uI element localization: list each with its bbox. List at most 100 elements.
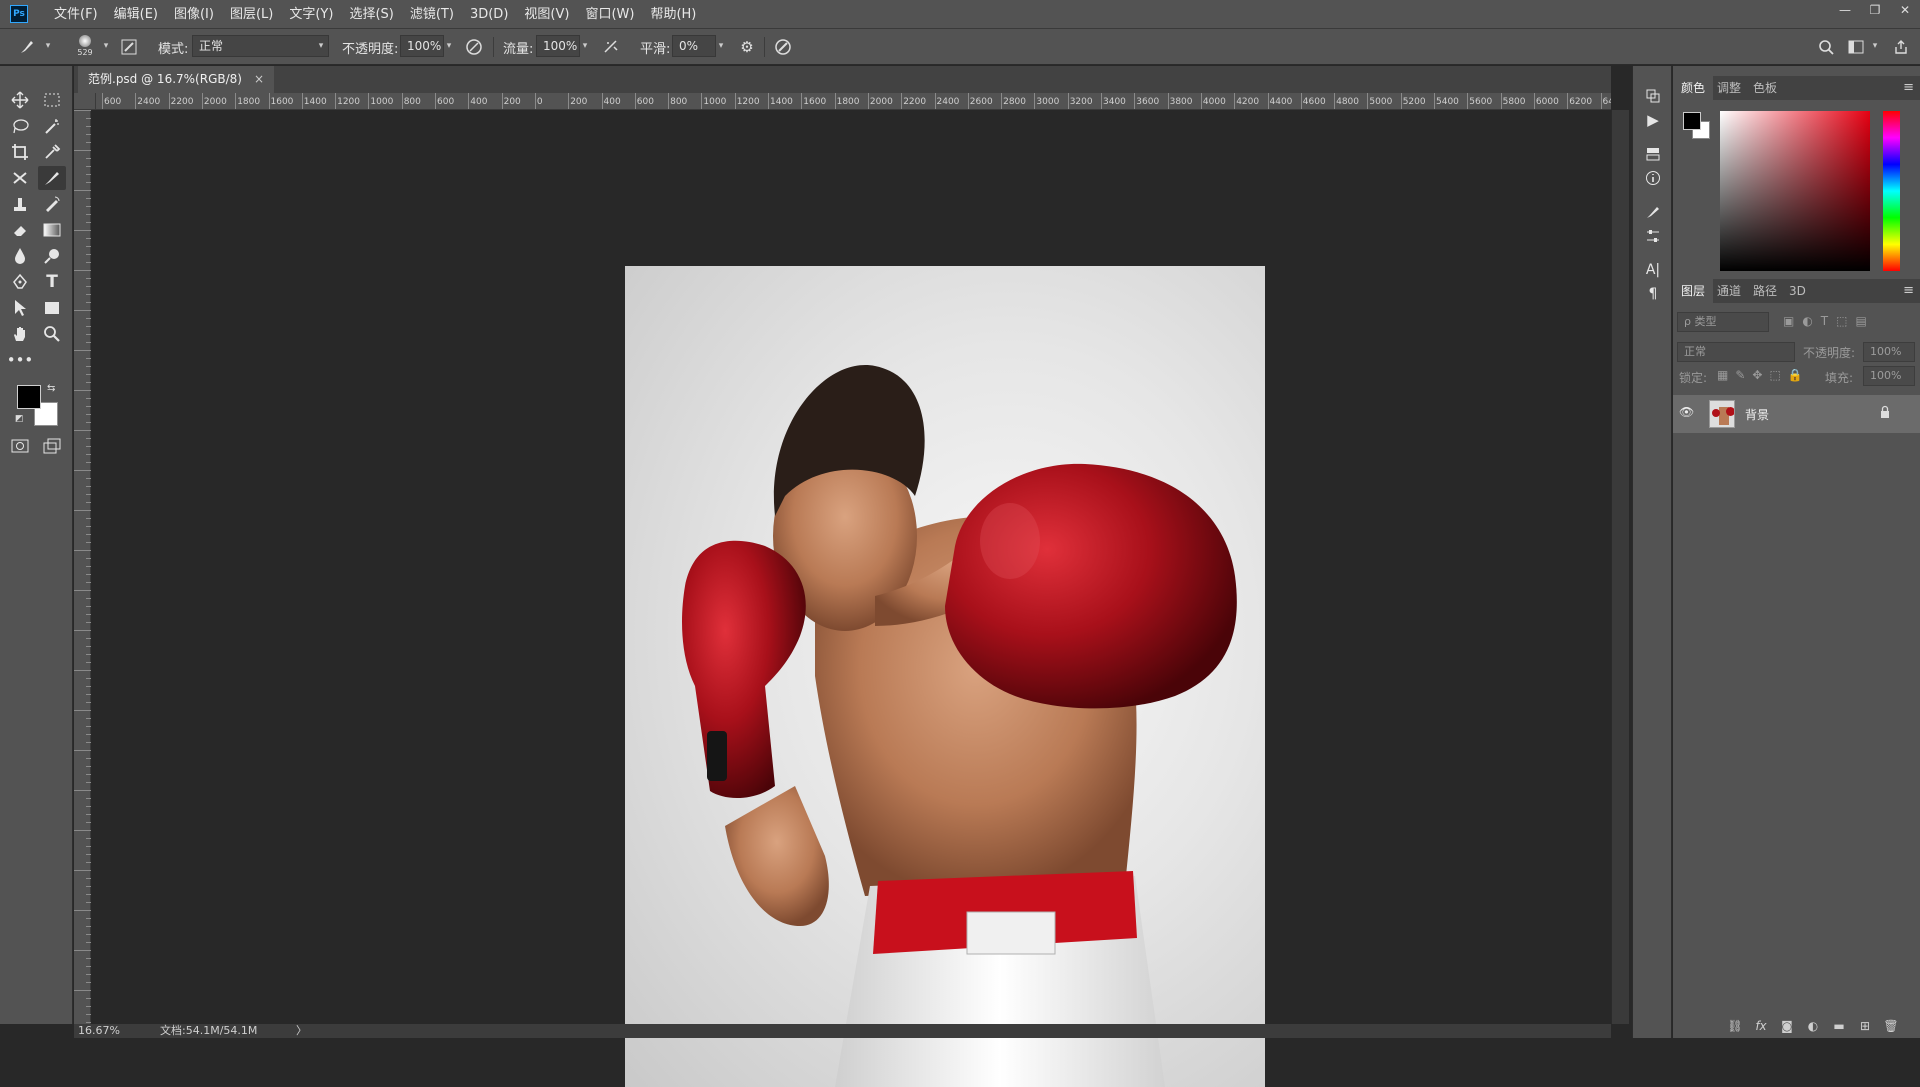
healing-brush-tool-icon[interactable] bbox=[6, 166, 34, 190]
history-panel-icon[interactable] bbox=[1641, 84, 1665, 108]
close-tab-icon[interactable]: × bbox=[254, 66, 264, 93]
smoothing-settings-gear-icon[interactable]: ⚙ bbox=[736, 36, 758, 58]
add-mask-icon[interactable]: ◙ bbox=[1777, 1017, 1797, 1035]
menu-image[interactable]: 图像(I) bbox=[166, 0, 222, 29]
path-selection-tool-icon[interactable] bbox=[6, 296, 34, 320]
document-tab[interactable]: 范例.psd @ 16.7%(RGB/8) × bbox=[78, 66, 275, 93]
vertical-scrollbar[interactable] bbox=[1611, 110, 1629, 1024]
vertical-ruler[interactable] bbox=[74, 110, 91, 1024]
eyedropper-tool-icon[interactable] bbox=[38, 140, 66, 164]
flow-field[interactable]: 100% bbox=[536, 35, 580, 57]
lock-options-icons[interactable]: ▦✎✥⬚🔒 bbox=[1717, 368, 1810, 382]
pressure-size-icon[interactable] bbox=[772, 36, 794, 58]
menu-view[interactable]: 视图(V) bbox=[516, 0, 577, 29]
close-window-button[interactable]: ✕ bbox=[1890, 0, 1920, 20]
magic-wand-tool-icon[interactable] bbox=[38, 114, 66, 138]
new-group-folder-icon[interactable]: ▬ bbox=[1829, 1017, 1849, 1035]
tool-preset-dropdown-icon[interactable]: ▾ bbox=[40, 35, 56, 57]
screen-mode-icon[interactable] bbox=[38, 434, 66, 458]
marquee-tool-icon[interactable] bbox=[38, 88, 66, 112]
ruler-origin[interactable] bbox=[74, 93, 96, 110]
swap-colors-icon[interactable]: ⇆ bbox=[47, 383, 55, 394]
actions-play-icon[interactable]: ▶ bbox=[1641, 108, 1665, 132]
search-icon[interactable] bbox=[1815, 36, 1837, 58]
panel-foreground-swatch[interactable] bbox=[1683, 112, 1701, 130]
brush-tool-icon[interactable] bbox=[38, 166, 66, 190]
type-tool-icon[interactable]: T bbox=[38, 270, 66, 294]
menu-file[interactable]: 文件(F) bbox=[46, 0, 106, 29]
menu-window[interactable]: 窗口(W) bbox=[577, 0, 642, 29]
color-picker-field[interactable] bbox=[1720, 111, 1870, 271]
tab-swatches[interactable]: 色板 bbox=[1745, 76, 1785, 100]
hand-tool-icon[interactable] bbox=[6, 322, 34, 346]
opacity-field[interactable]: 100% bbox=[400, 35, 444, 57]
layer-filter-icons[interactable]: ▣◐T⬚▤ bbox=[1783, 314, 1875, 328]
adjust-sliders-icon[interactable] bbox=[1641, 224, 1665, 248]
brush-tool-preset-icon[interactable] bbox=[16, 36, 38, 58]
hue-slider[interactable] bbox=[1883, 111, 1900, 271]
share-icon[interactable] bbox=[1890, 36, 1912, 58]
menu-type[interactable]: 文字(Y) bbox=[281, 0, 341, 29]
brush-settings-icon[interactable] bbox=[1641, 200, 1665, 224]
menu-filter[interactable]: 滤镜(T) bbox=[402, 0, 462, 29]
layer-filter-select[interactable]: ρ 类型 bbox=[1677, 312, 1769, 332]
menu-layer[interactable]: 图层(L) bbox=[222, 0, 281, 29]
info-panel-icon[interactable] bbox=[1641, 166, 1665, 190]
rectangle-tool-icon[interactable] bbox=[38, 296, 66, 320]
paragraph-panel-icon[interactable]: ¶ bbox=[1641, 282, 1665, 306]
smoothing-field[interactable]: 0% bbox=[672, 35, 716, 57]
smoothing-dropdown-icon[interactable]: ▾ bbox=[713, 35, 729, 57]
layer-style-fx-icon[interactable]: fx bbox=[1751, 1017, 1771, 1035]
default-colors-icon[interactable]: ◩ bbox=[15, 414, 24, 424]
tab-channels[interactable]: 通道 bbox=[1709, 279, 1749, 303]
dodge-tool-icon[interactable] bbox=[38, 244, 66, 268]
new-layer-icon[interactable]: ⊞ bbox=[1855, 1017, 1875, 1035]
clone-stamp-tool-icon[interactable] bbox=[6, 192, 34, 216]
menu-edit[interactable]: 编辑(E) bbox=[106, 0, 166, 29]
move-tool-icon[interactable] bbox=[6, 88, 34, 112]
tab-adjustments[interactable]: 调整 bbox=[1709, 76, 1749, 100]
eraser-tool-icon[interactable] bbox=[6, 218, 34, 242]
crop-tool-icon[interactable] bbox=[6, 140, 34, 164]
quick-mask-icon[interactable] bbox=[6, 434, 34, 458]
airbrush-icon[interactable] bbox=[600, 36, 622, 58]
blur-tool-icon[interactable] bbox=[6, 244, 34, 268]
delete-layer-trash-icon[interactable]: 🗑 bbox=[1881, 1017, 1901, 1035]
character-panel-icon[interactable]: A| bbox=[1641, 258, 1665, 282]
layer-name[interactable]: 背景 bbox=[1745, 406, 1769, 423]
layer-visibility-eye-icon[interactable]: 👁 bbox=[1679, 405, 1694, 419]
menu-3d[interactable]: 3D(D) bbox=[462, 0, 516, 29]
link-layers-icon[interactable]: ⛓ bbox=[1725, 1017, 1745, 1035]
brush-settings-panel-icon[interactable] bbox=[118, 36, 140, 58]
tab-paths[interactable]: 路径 bbox=[1745, 279, 1785, 303]
workspace-switcher-icon[interactable] bbox=[1845, 36, 1867, 58]
opacity-dropdown-icon[interactable]: ▾ bbox=[441, 35, 457, 57]
restore-button[interactable]: ❐ bbox=[1860, 0, 1890, 20]
minimize-button[interactable]: — bbox=[1830, 0, 1860, 20]
tab-layers[interactable]: 图层 bbox=[1673, 279, 1714, 303]
brush-picker-dropdown-icon[interactable]: ▾ bbox=[98, 35, 114, 57]
fill-field[interactable]: 100% bbox=[1863, 366, 1915, 386]
mode-dropdown-icon[interactable]: ▾ bbox=[313, 35, 329, 57]
layers-panel-menu-icon[interactable]: ≡ bbox=[1903, 283, 1914, 298]
color-panel-menu-icon[interactable]: ≡ bbox=[1903, 80, 1914, 95]
history-brush-tool-icon[interactable] bbox=[38, 192, 66, 216]
layer-row-background[interactable]: 👁 背景 bbox=[1673, 395, 1920, 433]
menu-select[interactable]: 选择(S) bbox=[341, 0, 401, 29]
horizontal-ruler[interactable]: 600 2400 2200 2000 1800 1600 1400 1200 1000 800 60… bbox=[96, 93, 1611, 110]
canvas-area[interactable] bbox=[92, 110, 1611, 1087]
menu-help[interactable]: 帮助(H) bbox=[642, 0, 704, 29]
gradient-tool-icon[interactable] bbox=[38, 218, 66, 242]
properties-panel-icon[interactable] bbox=[1641, 142, 1665, 166]
adjustment-layer-icon[interactable]: ◐ bbox=[1803, 1017, 1823, 1035]
pressure-opacity-icon[interactable] bbox=[463, 36, 485, 58]
workspace-dropdown-icon[interactable]: ▾ bbox=[1867, 35, 1883, 57]
blend-mode-select[interactable]: 正常 bbox=[1677, 342, 1795, 362]
layer-opacity-field[interactable]: 100% bbox=[1863, 342, 1915, 362]
foreground-color-swatch[interactable] bbox=[17, 385, 41, 409]
lasso-tool-icon[interactable] bbox=[6, 114, 34, 138]
zoom-tool-icon[interactable] bbox=[38, 322, 66, 346]
more-tools-icon[interactable]: ••• bbox=[6, 348, 34, 372]
mode-select[interactable]: 正常 bbox=[192, 35, 329, 57]
tab-3d[interactable]: 3D bbox=[1781, 279, 1814, 303]
